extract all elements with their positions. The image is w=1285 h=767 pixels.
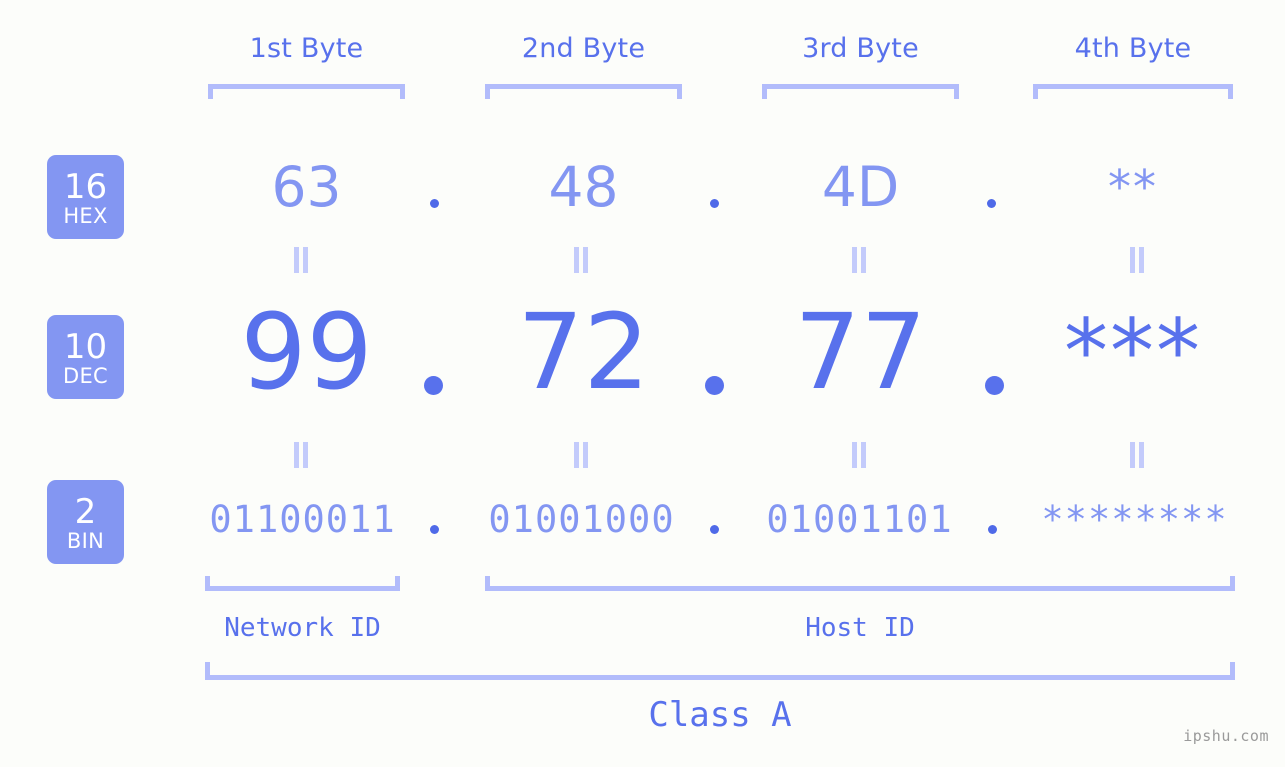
dec-byte-3: 77 — [794, 291, 927, 413]
base-badge-dec: 10 DEC — [47, 315, 124, 399]
byte-bracket-top-1 — [208, 84, 405, 99]
hex-byte-4: ** — [1108, 160, 1158, 214]
host-id-label: Host ID — [805, 613, 915, 643]
ip-byte-breakdown-diagram: 1st Byte 2nd Byte 3rd Byte 4th Byte 16 H… — [0, 0, 1285, 767]
class-label: Class A — [648, 695, 792, 735]
byte-bracket-top-4 — [1033, 84, 1233, 99]
byte-bracket-top-2 — [485, 84, 682, 99]
bin-byte-4: ******** — [1041, 498, 1228, 541]
network-id-label: Network ID — [224, 613, 381, 643]
dec-byte-1: 99 — [240, 291, 373, 413]
dec-byte-4: *** — [1064, 300, 1202, 403]
host-id-bracket — [485, 576, 1235, 591]
site-watermark: ipshu.com — [1183, 727, 1269, 745]
equals-mark-hex-dec-2 — [573, 247, 589, 273]
equals-mark-hex-dec-4 — [1129, 247, 1145, 273]
bin-separator-dot-2 — [710, 525, 719, 534]
base-badge-hex-number: 16 — [63, 166, 108, 207]
byte-header-4: 4th Byte — [1074, 33, 1192, 64]
bin-byte-3: 01001101 — [766, 498, 953, 541]
class-bracket — [205, 662, 1235, 680]
bin-separator-dot-3 — [988, 525, 997, 534]
byte-header-1: 1st Byte — [249, 33, 364, 64]
equals-mark-dec-bin-4 — [1129, 442, 1145, 468]
bin-byte-2: 01001000 — [488, 498, 675, 541]
base-badge-hex-name: HEX — [63, 203, 108, 228]
base-badge-dec-number: 10 — [63, 326, 108, 367]
base-badge-bin-name: BIN — [66, 528, 105, 553]
dec-separator-dot-2 — [705, 376, 724, 395]
hex-byte-1: 63 — [271, 155, 342, 219]
hex-byte-2: 48 — [548, 155, 619, 219]
dec-byte-2: 72 — [517, 291, 650, 413]
byte-header-2: 2nd Byte — [521, 33, 646, 64]
equals-mark-hex-dec-3 — [851, 247, 867, 273]
byte-bracket-top-3 — [762, 84, 959, 99]
hex-byte-3: 4D — [821, 155, 900, 219]
byte-header-3: 3rd Byte — [802, 33, 919, 64]
dec-separator-dot-1 — [424, 376, 443, 395]
hex-separator-dot-2 — [710, 199, 719, 208]
network-id-bracket — [205, 576, 400, 591]
base-badge-bin: 2 BIN — [47, 480, 124, 564]
bin-separator-dot-1 — [430, 525, 439, 534]
equals-mark-dec-bin-1 — [293, 442, 309, 468]
base-badge-dec-name: DEC — [62, 363, 108, 388]
dec-separator-dot-3 — [985, 376, 1004, 395]
base-badge-hex: 16 HEX — [47, 155, 124, 239]
equals-mark-dec-bin-2 — [573, 442, 589, 468]
equals-mark-dec-bin-3 — [851, 442, 867, 468]
equals-mark-hex-dec-1 — [293, 247, 309, 273]
hex-separator-dot-3 — [987, 199, 996, 208]
base-badge-bin-number: 2 — [74, 491, 97, 532]
bin-byte-1: 01100011 — [209, 498, 396, 541]
hex-separator-dot-1 — [430, 199, 439, 208]
